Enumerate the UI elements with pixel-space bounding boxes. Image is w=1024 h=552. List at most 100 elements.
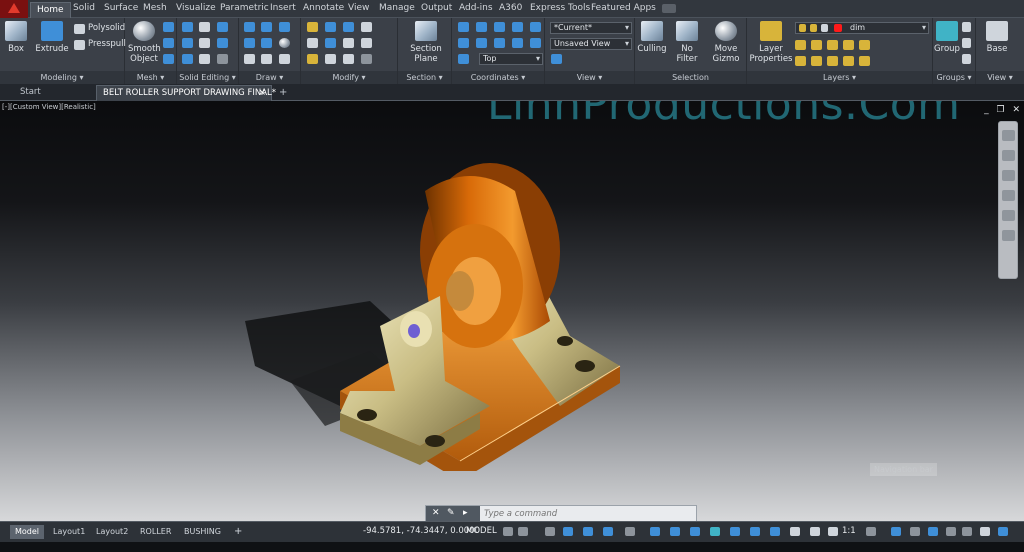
annotation-scale-value[interactable]: 1:1	[842, 526, 856, 536]
ucs-previous-icon[interactable]	[458, 54, 469, 64]
polygon-icon[interactable]	[244, 54, 255, 64]
isolate-objects-icon[interactable]	[928, 527, 938, 536]
layer-tool-icon[interactable]	[795, 40, 806, 50]
customize-icon[interactable]: ✎	[447, 508, 455, 518]
smooth-object-button[interactable]: Smooth Object	[128, 20, 161, 64]
panel-label-modify[interactable]: Modify ▾	[301, 71, 397, 84]
panel-label-layers[interactable]: Layers ▾	[747, 71, 932, 84]
trim-icon[interactable]	[307, 54, 318, 64]
fillet-edge-icon[interactable]	[217, 38, 228, 48]
status-bar-menu-icon[interactable]	[998, 527, 1008, 536]
box-button[interactable]: Box	[3, 20, 29, 54]
subtract-icon[interactable]	[182, 38, 193, 48]
tab-a360[interactable]: A360	[499, 3, 522, 13]
polysolid-button[interactable]: Polysolid	[88, 23, 125, 33]
ucs-object-icon[interactable]	[512, 38, 523, 48]
tab-visualize[interactable]: Visualize	[176, 3, 216, 13]
tab-add-ins[interactable]: Add-ins	[459, 3, 493, 13]
layout-tab-bushing[interactable]: BUSHING	[179, 525, 226, 539]
ucs-y-icon[interactable]	[512, 22, 523, 32]
navbar-options-icon[interactable]	[1002, 230, 1015, 241]
grid-icon[interactable]	[503, 527, 513, 536]
add-layout-button[interactable]: +	[229, 525, 247, 539]
customization-icon[interactable]	[980, 527, 990, 536]
move-icon[interactable]	[307, 22, 318, 32]
model-space-toggle[interactable]: MODEL	[466, 526, 497, 536]
tab-home[interactable]: Home	[30, 2, 71, 18]
panel-label-coordinates[interactable]: Coordinates ▾	[452, 71, 544, 84]
ellipse-icon[interactable]	[279, 54, 290, 64]
section-plane-button[interactable]: Section Plane	[408, 20, 444, 64]
slice-icon[interactable]	[199, 22, 210, 32]
polyline-icon[interactable]	[261, 22, 272, 32]
close-tab-icon[interactable]: ×	[258, 86, 266, 101]
line-icon[interactable]	[244, 22, 255, 32]
selection-filtering-icon[interactable]	[750, 527, 760, 536]
tab-annotate[interactable]: Annotate	[303, 3, 344, 13]
group-button[interactable]: Group	[934, 20, 960, 54]
zoom-extents-icon[interactable]	[1002, 170, 1015, 181]
belt-roller-support-model[interactable]	[230, 151, 670, 471]
auto-scale-icon[interactable]	[810, 527, 820, 536]
shell-icon[interactable]	[199, 54, 210, 64]
copy-icon[interactable]	[325, 38, 336, 48]
mirror-icon[interactable]	[361, 38, 372, 48]
layer-select[interactable]: dim	[795, 22, 929, 34]
array-icon[interactable]	[325, 54, 336, 64]
selection-cycling-icon[interactable]	[690, 527, 700, 536]
layout-tab-roller[interactable]: ROLLER	[135, 525, 176, 539]
culling-button[interactable]: Culling	[637, 20, 667, 54]
arc-icon[interactable]	[279, 22, 290, 32]
object-snap-tracking-icon[interactable]	[603, 527, 613, 536]
panel-label-mesh[interactable]: Mesh ▾	[125, 71, 176, 84]
mesh-tool-icon[interactable]	[163, 38, 174, 48]
group-edit-icon[interactable]	[962, 38, 971, 48]
no-filter-button[interactable]: No Filter	[670, 20, 704, 64]
command-history-icon[interactable]: ▸	[463, 508, 468, 518]
ucs-face-icon[interactable]	[530, 38, 541, 48]
named-view-select[interactable]: Unsaved View	[550, 38, 632, 50]
layer-properties-button[interactable]: Layer Properties	[749, 20, 793, 64]
fillet-icon[interactable]	[307, 38, 318, 48]
layer-tool-icon[interactable]	[843, 56, 854, 66]
ucs-origin-icon[interactable]	[458, 38, 469, 48]
restore-viewport-icon[interactable]: ❐	[997, 105, 1005, 115]
layout-tab-layout1[interactable]: Layout1	[48, 525, 90, 539]
tab-solid[interactable]: Solid	[73, 3, 95, 13]
isodraft-icon[interactable]	[583, 527, 593, 536]
new-tab-button[interactable]: +	[275, 85, 291, 101]
tab-surface[interactable]: Surface	[104, 3, 138, 13]
transparency-icon[interactable]	[670, 527, 680, 536]
layer-tool-icon[interactable]	[859, 40, 870, 50]
extract-edges-icon[interactable]	[217, 22, 228, 32]
command-input[interactable]	[484, 507, 692, 520]
lineweight-icon[interactable]	[650, 527, 660, 536]
ucs-z-icon[interactable]	[530, 22, 541, 32]
viewport-controls-label[interactable]: [-][Custom View][Realistic]	[2, 103, 96, 111]
union-icon[interactable]	[182, 22, 193, 32]
tab-featured-apps[interactable]: Featured Apps	[591, 3, 656, 13]
mesh-tool-icon[interactable]	[163, 54, 174, 64]
3d-align-icon[interactable]	[361, 22, 372, 32]
3d-object-snap-icon[interactable]	[710, 527, 720, 536]
panel-label-modeling[interactable]: Modeling ▾	[0, 71, 124, 84]
tab-drawing[interactable]: BELT ROLLER SUPPORT DRAWING FINAL* ×	[96, 85, 276, 101]
gizmo-icon[interactable]	[770, 527, 780, 536]
layer-tool-icon[interactable]	[827, 56, 838, 66]
tab-manage[interactable]: Manage	[379, 3, 415, 13]
tab-parametric[interactable]: Parametric	[220, 3, 269, 13]
layer-tool-icon[interactable]	[811, 40, 822, 50]
panel-label-view-base[interactable]: View ▾	[976, 71, 1024, 84]
close-command-line-icon[interactable]: ✕	[432, 508, 440, 518]
viewport-config-icon[interactable]	[551, 54, 562, 64]
steering-wheel-icon[interactable]	[1002, 130, 1015, 141]
layer-tool-icon[interactable]	[811, 56, 822, 66]
layer-tool-icon[interactable]	[843, 40, 854, 50]
application-menu-button[interactable]	[0, 0, 28, 18]
layout-tab-model[interactable]: Model	[10, 525, 45, 539]
3d-move-icon[interactable]	[325, 22, 336, 32]
ucs-icon[interactable]	[458, 22, 469, 32]
object-snap-icon[interactable]	[625, 527, 635, 536]
ucs-3point-icon[interactable]	[476, 38, 487, 48]
clean-screen-icon[interactable]	[962, 527, 972, 536]
